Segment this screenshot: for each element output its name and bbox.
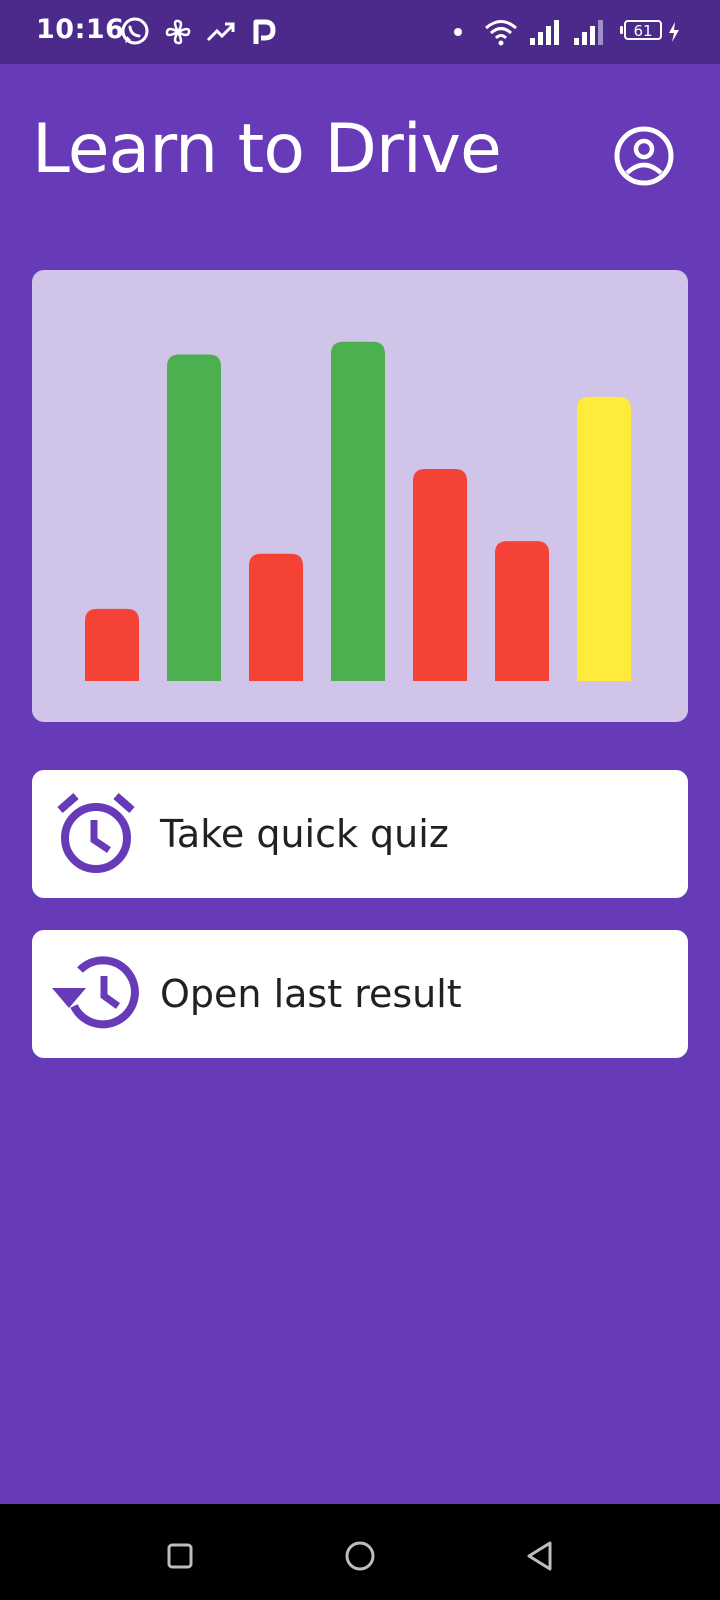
status-bar: 10:16 61 <box>0 0 720 64</box>
chart-bar-7 <box>577 396 631 681</box>
charging-icon <box>669 22 679 42</box>
wifi-icon <box>485 20 517 46</box>
battery-level: 61 <box>633 22 653 40</box>
parking-icon <box>253 19 276 44</box>
back-triangle-icon[interactable] <box>520 1536 560 1576</box>
pinwheel-icon <box>165 19 191 45</box>
navigation-bar <box>0 1504 720 1600</box>
status-time: 10:16 <box>36 14 125 45</box>
alarm-clock-icon <box>57 792 135 873</box>
home-circle-icon[interactable] <box>340 1536 380 1576</box>
signal-icon <box>530 20 559 45</box>
open-last-result-button[interactable]: Open last result <box>32 930 688 1058</box>
account-circle-icon[interactable] <box>612 124 676 188</box>
open-last-result-label: Open last result <box>160 972 462 1016</box>
chart-bar-1 <box>85 608 139 681</box>
chart-bar-5 <box>413 469 467 681</box>
signal-icon <box>574 20 603 45</box>
take-quick-quiz-button[interactable]: Take quick quiz <box>32 770 688 898</box>
chart-bar-4 <box>331 341 385 681</box>
battery-icon: 61 <box>620 20 664 44</box>
chart-bar-6 <box>495 541 549 681</box>
whatsapp-icon <box>121 17 149 45</box>
take-quick-quiz-label: Take quick quiz <box>160 812 449 856</box>
recents-square-icon[interactable] <box>160 1536 200 1576</box>
history-icon <box>52 956 139 1029</box>
bar-chart <box>85 341 631 681</box>
notification-dot-icon <box>454 28 462 36</box>
progress-chart <box>32 270 688 722</box>
app-title: Learn to Drive <box>32 110 502 189</box>
trending-up-icon <box>206 22 235 42</box>
chart-bar-2 <box>167 354 221 681</box>
chart-bar-3 <box>249 553 303 681</box>
